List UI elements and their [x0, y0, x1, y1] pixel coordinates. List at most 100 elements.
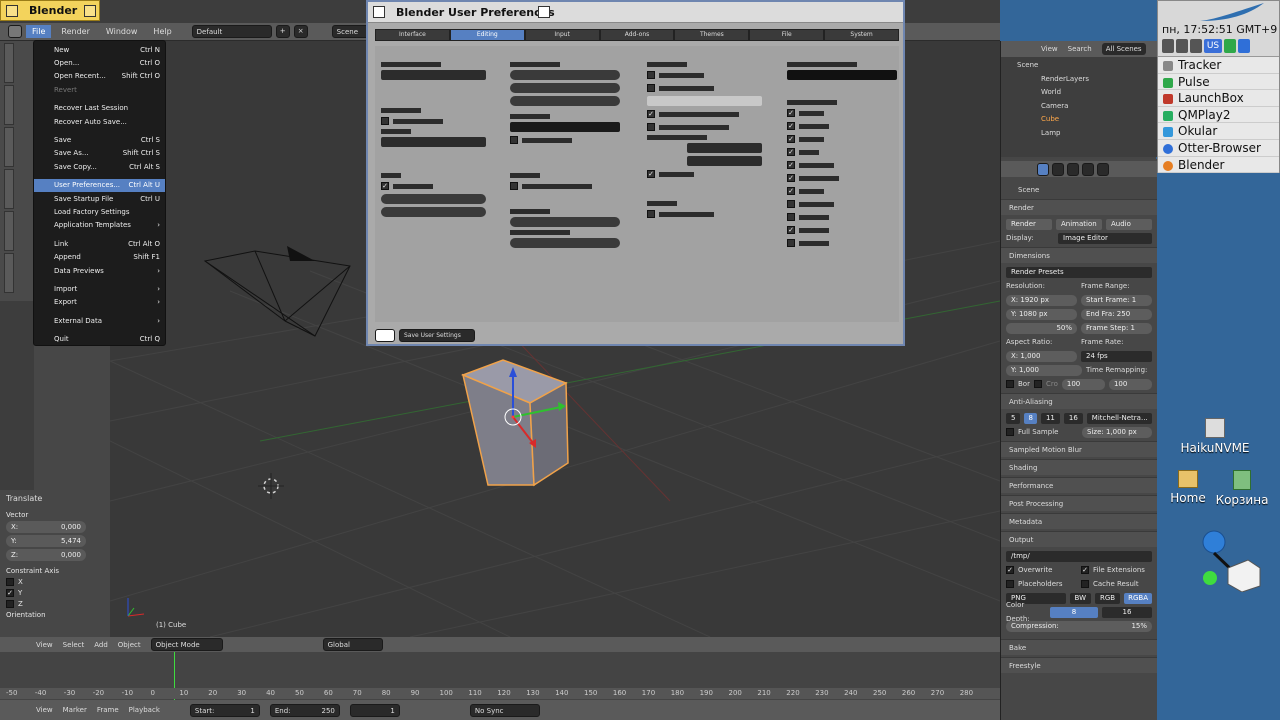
output-section-header[interactable]: Output	[1001, 531, 1157, 547]
cube-object[interactable]	[458, 355, 573, 490]
manhattan-distance-slider[interactable]	[510, 83, 620, 93]
duplicate-particle-checkbox[interactable]	[787, 238, 897, 248]
viewport-menu-object[interactable]: Object	[118, 641, 141, 649]
duplicate-texture-checkbox[interactable]	[787, 212, 897, 222]
tab-relations[interactable]	[4, 127, 14, 167]
color-bw-button[interactable]: BW	[1069, 592, 1092, 604]
file-menu-item[interactable]: Open... Ctrl O	[34, 56, 165, 69]
color-depth-16[interactable]: 16	[1102, 606, 1152, 618]
deskbar-app-tracker[interactable]: Tracker	[1158, 57, 1279, 74]
placeholders-checkbox[interactable]	[1006, 580, 1014, 588]
duplicate-material-checkbox[interactable]	[787, 199, 897, 209]
window-close-button[interactable]	[6, 5, 18, 17]
aspect-x-field[interactable]: X: 1,000	[1006, 350, 1077, 362]
end-frame-field[interactable]: End: 250	[269, 703, 340, 717]
outliner-item[interactable]: Camera	[1005, 100, 1153, 114]
desktop-icon-haikunvme[interactable]: HaikuNVME	[1180, 418, 1250, 455]
bake-section-header[interactable]: Bake	[1001, 639, 1157, 655]
timeline-menu-playback[interactable]: Playback	[129, 706, 160, 714]
section-post-processing[interactable]: Post Processing	[1001, 495, 1157, 511]
allow-negative-frames-checkbox[interactable]	[510, 181, 620, 191]
tray-icon[interactable]	[1162, 39, 1174, 53]
rotation-angle-slider[interactable]	[510, 217, 620, 227]
duplicate-text-checkbox[interactable]: ✓	[787, 147, 897, 157]
deskbar-app-qmplay2[interactable]: QMPlay2	[1158, 107, 1279, 124]
keyboard-layout-indicator[interactable]: US	[1204, 39, 1222, 53]
deskbar-app-launchbox[interactable]: LaunchBox	[1158, 90, 1279, 107]
file-extensions-checkbox[interactable]: ✓	[1081, 566, 1089, 574]
show-auto-keying-checkbox[interactable]: ✓	[647, 109, 762, 119]
aa-samples-5[interactable]: 5	[1006, 412, 1021, 424]
outliner-item[interactable]: World	[1005, 86, 1153, 100]
outliner-item[interactable]: Scene	[1005, 59, 1153, 73]
section-performance[interactable]: Performance	[1001, 477, 1157, 493]
remap-old-field[interactable]: 100	[1061, 378, 1105, 390]
full-sample-checkbox[interactable]	[1006, 428, 1014, 436]
desktop-icon-trash[interactable]: Корзина	[1212, 470, 1272, 507]
outliner-display-mode[interactable]: All Scenes	[1101, 43, 1146, 55]
resolution-y-field[interactable]: Y: 1080 px	[1006, 308, 1077, 320]
camera-object[interactable]	[195, 221, 355, 361]
duplicate-metaball-checkbox[interactable]: ✓	[787, 160, 897, 170]
auto-keyframing-toggle[interactable]	[647, 96, 762, 106]
render-presets-selector[interactable]: Render Presets	[1006, 266, 1152, 278]
only-insert-available-checkbox[interactable]	[647, 122, 762, 132]
aspect-y-field[interactable]: Y: 1,000	[1006, 364, 1082, 376]
frame-step-field[interactable]: Frame Step: 1	[1081, 322, 1152, 334]
scene-tab-icon[interactable]	[1052, 162, 1064, 176]
menu-render[interactable]: Render	[55, 25, 95, 38]
enter-edit-mode-checkbox[interactable]	[381, 116, 486, 126]
timeline-menu-view[interactable]: View	[36, 706, 53, 714]
file-menu-item[interactable]: Application Templates ›	[34, 219, 165, 232]
dimensions-section-header[interactable]: Dimensions	[1001, 247, 1157, 263]
global-undo-checkbox[interactable]: ✓	[381, 181, 486, 191]
viewport-menu-select[interactable]: Select	[63, 641, 85, 649]
file-menu-item[interactable]: Save Ctrl S	[34, 133, 165, 146]
interpolation-selector[interactable]	[687, 143, 762, 153]
tab-physics[interactable]	[4, 211, 14, 251]
duplicate-fcurve-checkbox[interactable]: ✓	[787, 225, 897, 235]
file-menu-item[interactable]: Export ›	[34, 296, 165, 309]
keyframe-smoothing-slider[interactable]	[510, 238, 620, 248]
file-menu-item[interactable]: Open Recent... Shift Ctrl O	[34, 70, 165, 83]
xyz-rgb-checkbox[interactable]: ✓	[647, 169, 762, 179]
timeline-menu-frame[interactable]: Frame	[97, 706, 119, 714]
current-frame-field[interactable]: 1	[349, 703, 400, 717]
tab-file[interactable]: File	[749, 29, 825, 41]
haiku-leaf-icon[interactable]	[1198, 1, 1268, 23]
duplicate-armature-checkbox[interactable]: ✓	[787, 173, 897, 183]
aa-samples-11[interactable]: 11	[1040, 412, 1060, 424]
viewport-menu-add[interactable]: Add	[94, 641, 108, 649]
start-frame-field[interactable]: Start Frame: 1	[1081, 294, 1152, 306]
grease-pencil-checkbox[interactable]	[510, 135, 620, 145]
window-zoom-button[interactable]	[84, 5, 96, 17]
outliner-menu-search[interactable]: Search	[1068, 45, 1092, 53]
file-menu-item[interactable]: Data Previews ›	[34, 264, 165, 277]
vector-z-field[interactable]: Z: 0,000	[6, 549, 86, 561]
aa-samples-16[interactable]: 16	[1063, 412, 1083, 424]
tray-icon[interactable]	[1176, 39, 1188, 53]
default-color-swatch[interactable]	[510, 122, 620, 132]
outliner-menu-view[interactable]: View	[1041, 45, 1058, 53]
outliner-item[interactable]: Lamp	[1005, 127, 1153, 141]
modifier-tab-icon[interactable]	[1097, 162, 1109, 176]
anti-aliasing-section-header[interactable]: Anti-Aliasing	[1001, 393, 1157, 409]
deskbar-clock[interactable]: пн, 17:52:51 GMT+9	[1162, 23, 1277, 36]
weight-color-range[interactable]	[787, 70, 897, 80]
screen-layout-field[interactable]: Default	[191, 25, 272, 38]
display-selector[interactable]: Image Editor	[1058, 232, 1152, 244]
resolution-percent-field[interactable]: 50%	[1006, 322, 1077, 334]
file-menu-item[interactable]: Load Factory Settings	[34, 205, 165, 218]
align-to-selector[interactable]	[381, 137, 486, 147]
menu-window[interactable]: Window	[100, 25, 144, 38]
crop-checkbox[interactable]	[1033, 380, 1042, 388]
deskbar-app-otter-browser[interactable]: Otter-Browser	[1158, 140, 1279, 157]
render-tab-icon[interactable]	[1037, 162, 1049, 176]
desktop-icon-home[interactable]: Home	[1165, 470, 1211, 505]
file-menu-item[interactable]: User Preferences... Ctrl Alt U	[34, 178, 165, 192]
section-shading[interactable]: Shading	[1001, 459, 1157, 475]
link-materials-selector[interactable]	[381, 70, 486, 80]
object-tab-icon[interactable]	[1082, 162, 1094, 176]
prefs-title-bar[interactable]: Blender User Preferences	[368, 2, 903, 23]
duplicate-lamp-checkbox[interactable]: ✓	[787, 186, 897, 196]
